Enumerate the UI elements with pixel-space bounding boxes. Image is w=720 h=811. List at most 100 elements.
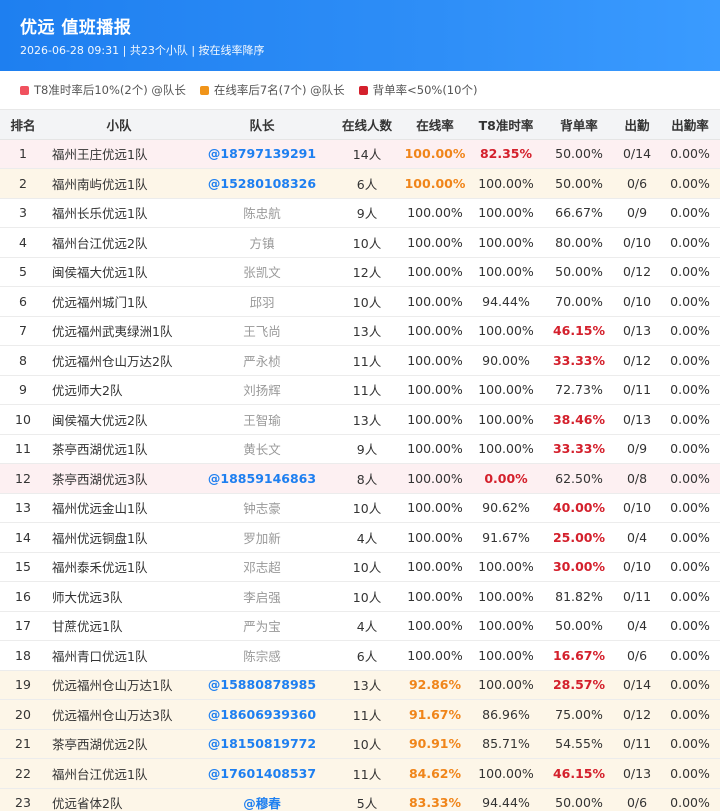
attendance-rate-cell: 0.00%: [660, 257, 720, 287]
rank-cell: 4: [0, 227, 46, 258]
attendance-cell: 0/14: [614, 139, 660, 169]
rank-cell: 8: [0, 345, 46, 376]
team-cell: 福州王庄优远1队: [46, 139, 192, 169]
attendance-cell: 0/6: [614, 788, 660, 811]
t8-rate-cell: 100.00%: [468, 670, 544, 700]
online-rate-cell: 100.00%: [402, 522, 468, 553]
online-count-cell: 12人: [332, 257, 402, 287]
attendance-rate-cell: 0.00%: [660, 463, 720, 494]
legend-item: 背单率<50%(10个): [358, 82, 477, 98]
attendance-rate-cell: 0.00%: [660, 227, 720, 258]
t8-rate-cell: 100.00%: [468, 552, 544, 582]
captain-cell: 钟志豪: [192, 493, 332, 523]
table-row: 21 茶亭西湖优远2队 @18150819772 10人 90.91% 85.71% 54.…: [0, 729, 720, 759]
captain-cell[interactable]: @18859146863: [192, 463, 332, 494]
attendance-rate-cell: 0.00%: [660, 729, 720, 759]
online-count-cell: 9人: [332, 434, 402, 464]
captain-cell[interactable]: @15880878985: [192, 670, 332, 700]
attendance-rate-cell: 0.00%: [660, 640, 720, 671]
t8-rate-cell: 100.00%: [468, 404, 544, 435]
captain-cell: 严永桢: [192, 345, 332, 376]
online-rate-cell: 84.62%: [402, 758, 468, 789]
captain-cell: 黄长文: [192, 434, 332, 464]
legend: T8准时率后10%(2个) @队长 在线率后7名(7个) @队长 背单率<50%(1…: [0, 71, 720, 110]
back-rate-cell: 72.73%: [544, 375, 614, 405]
attendance-cell: 0/11: [614, 581, 660, 612]
legend-swatch: [358, 85, 368, 95]
col-captain-header: 队长: [192, 110, 332, 140]
attendance-cell: 0/10: [614, 493, 660, 523]
rank-cell: 11: [0, 434, 46, 464]
attendance-cell: 0/11: [614, 729, 660, 759]
team-cell: 师大优远3队: [46, 581, 192, 612]
table-row: 23 优远省体2队 @穆春 5人 83.33% 94.44% 50.00% 0/6 0.00%: [0, 788, 720, 811]
back-rate-cell: 50.00%: [544, 139, 614, 169]
col-team-header: 小队: [46, 110, 192, 140]
col-back-header: 背单率: [544, 110, 614, 140]
table-row: 20 优远福州仓山万达3队 @18606939360 11人 91.67% 86.96% 7…: [0, 699, 720, 730]
captain-cell[interactable]: @18150819772: [192, 729, 332, 759]
captain-cell: 李启强: [192, 581, 332, 612]
team-cell: 优远福州仓山万达3队: [46, 699, 192, 730]
back-rate-cell: 25.00%: [544, 522, 614, 553]
attendance-rate-cell: 0.00%: [660, 699, 720, 730]
online-count-cell: 11人: [332, 758, 402, 789]
page-subtitle: 2026-06-28 09:31 | 共23个小队 | 按在线率降序: [20, 44, 265, 57]
col-online-rate-header: 在线率: [402, 110, 468, 140]
team-cell: 福州台江优远2队: [46, 227, 192, 258]
rank-cell: 6: [0, 286, 46, 317]
online-rate-cell: 100.00%: [402, 227, 468, 258]
table-row: 1 福州王庄优远1队 @18797139291 14人 100.00% 82.35% 50.…: [0, 139, 720, 169]
captain-cell[interactable]: @穆春: [192, 788, 332, 811]
attendance-rate-cell: 0.00%: [660, 168, 720, 199]
t8-rate-cell: 100.00%: [468, 640, 544, 671]
online-rate-cell: 100.00%: [402, 139, 468, 169]
online-count-cell: 10人: [332, 227, 402, 258]
back-rate-cell: 38.46%: [544, 404, 614, 435]
back-rate-cell: 33.33%: [544, 345, 614, 376]
captain-cell[interactable]: @18797139291: [192, 139, 332, 169]
attendance-cell: 0/4: [614, 611, 660, 641]
captain-cell[interactable]: @17601408537: [192, 758, 332, 789]
attendance-cell: 0/6: [614, 640, 660, 671]
online-rate-cell: 100.00%: [402, 286, 468, 317]
rank-cell: 23: [0, 788, 46, 811]
table-row: 16 师大优远3队 李启强 10人 100.00% 100.00% 81.82% 0/11 0.…: [0, 581, 720, 612]
team-table: 排名 小队 队长 在线人数 在线率 T8准时率 背单率 出勤 出勤率 1 福州王庄优远1队 @187…: [0, 110, 720, 811]
t8-rate-cell: 82.35%: [468, 139, 544, 169]
rank-cell: 5: [0, 257, 46, 287]
online-rate-cell: 100.00%: [402, 581, 468, 612]
t8-rate-cell: 100.00%: [468, 434, 544, 464]
attendance-rate-cell: 0.00%: [660, 493, 720, 523]
captain-cell[interactable]: @15280108326: [192, 168, 332, 199]
rank-cell: 15: [0, 552, 46, 582]
page-title: 优远 值班播报: [20, 18, 132, 38]
online-count-cell: 13人: [332, 316, 402, 346]
t8-rate-cell: 85.71%: [468, 729, 544, 759]
col-attend-header: 出勤: [614, 110, 660, 140]
rank-cell: 9: [0, 375, 46, 405]
table-row: 11 茶亭西湖优远1队 黄长文 9人 100.00% 100.00% 33.33% 0/9 0.…: [0, 434, 720, 464]
t8-rate-cell: 86.96%: [468, 699, 544, 730]
attendance-cell: 0/12: [614, 257, 660, 287]
table-row: 4 福州台江优远2队 方镇 10人 100.00% 100.00% 80.00% 0/10 0.…: [0, 227, 720, 258]
attendance-cell: 0/4: [614, 522, 660, 553]
t8-rate-cell: 100.00%: [468, 611, 544, 641]
back-rate-cell: 50.00%: [544, 611, 614, 641]
t8-rate-cell: 0.00%: [468, 463, 544, 494]
back-rate-cell: 66.67%: [544, 198, 614, 228]
online-rate-cell: 92.86%: [402, 670, 468, 700]
table-row: 9 优远师大2队 刘扬辉 11人 100.00% 100.00% 72.73% 0/11 0.0…: [0, 375, 720, 405]
captain-cell: 陈忠航: [192, 198, 332, 228]
team-cell: 福州青口优远1队: [46, 640, 192, 671]
back-rate-cell: 81.82%: [544, 581, 614, 612]
captain-cell[interactable]: @18606939360: [192, 699, 332, 730]
back-rate-cell: 75.00%: [544, 699, 614, 730]
table-row: 14 福州优远铜盘1队 罗加新 4人 100.00% 91.67% 25.00% 0/4 0.0…: [0, 522, 720, 553]
col-t8-header: T8准时率: [468, 110, 544, 140]
online-count-cell: 11人: [332, 345, 402, 376]
online-count-cell: 10人: [332, 552, 402, 582]
t8-rate-cell: 90.62%: [468, 493, 544, 523]
team-cell: 优远师大2队: [46, 375, 192, 405]
rank-cell: 22: [0, 758, 46, 789]
